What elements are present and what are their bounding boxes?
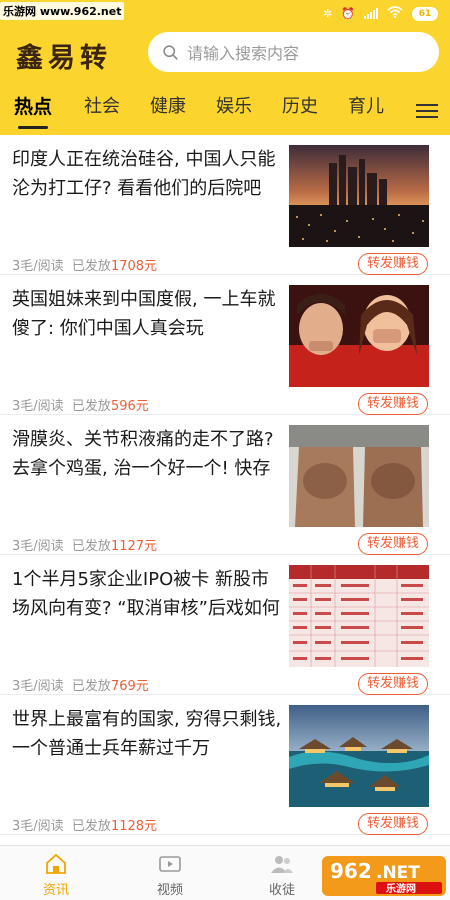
- read-rate: 3毛/阅读: [12, 679, 64, 694]
- paid-label: 已发放: [71, 819, 111, 834]
- search-icon: [163, 44, 178, 60]
- bluetooth-icon: ✲: [323, 7, 333, 20]
- share-earn-button[interactable]: 转发赚钱: [358, 533, 428, 555]
- tab-history[interactable]: 历史: [282, 92, 318, 118]
- search-placeholder: 请输入搜索内容: [187, 44, 300, 63]
- read-rate: 3毛/阅读: [12, 399, 64, 414]
- signal-icon: [364, 8, 378, 19]
- article-meta: 3毛/阅读 已发放1708元: [12, 255, 157, 274]
- article-title[interactable]: 滑膜炎、关节积液痛的走不了路? 去拿个鸡蛋, 治一个好一个! 快存: [12, 425, 282, 483]
- app-logo: 鑫易转: [16, 43, 112, 74]
- paid-amount: 596元: [110, 399, 149, 414]
- svg-text:乐游网: 乐游网: [386, 882, 416, 895]
- share-earn-button[interactable]: 转发赚钱: [358, 673, 428, 695]
- article-title[interactable]: 英国姐妹来到中国度假, 一上车就傻了: 你们中国人真会玩: [12, 285, 282, 343]
- wifi-icon: [387, 6, 403, 21]
- read-rate: 3毛/阅读: [12, 819, 64, 834]
- svg-text:962: 962: [330, 859, 372, 883]
- article-meta: 3毛/阅读 已发放1128元: [12, 815, 157, 834]
- list-item[interactable]: 英国姐妹来到中国度假, 一上车就傻了: 你们中国人真会玩 3毛/阅读 已发放59…: [0, 275, 450, 415]
- knees-image[interactable]: [289, 425, 429, 527]
- svg-text:.NET: .NET: [376, 863, 420, 883]
- paid-label: 已发放: [71, 399, 111, 414]
- battery-icon: 61: [412, 6, 438, 21]
- nav-label: 资讯: [42, 883, 69, 898]
- paid-amount: 769元: [110, 679, 149, 694]
- tab-entertainment[interactable]: 娱乐: [216, 92, 252, 118]
- search-input[interactable]: 请输入搜索内容: [148, 32, 439, 72]
- status-bar: 乐游网 www.962.net ✲ ⏰ 61: [0, 0, 450, 28]
- paid-amount: 1127元: [110, 539, 158, 554]
- site-watermark: 乐游网 www.962.net: [0, 2, 125, 20]
- paid-amount: 1128元: [110, 819, 158, 834]
- nav-news[interactable]: 资讯: [26, 852, 86, 898]
- article-meta: 3毛/阅读 已发放1127元: [12, 535, 157, 554]
- nav-label: 收徒: [268, 883, 295, 898]
- list-item[interactable]: 滑膜炎、关节积液痛的走不了路? 去拿个鸡蛋, 治一个好一个! 快存 3毛/阅读 …: [0, 415, 450, 555]
- site-logo-watermark: 962 .NET 乐游网: [322, 856, 446, 896]
- paid-amount: 1708元: [110, 259, 158, 274]
- article-title[interactable]: 印度人正在统治硅谷, 中国人只能沦为打工仔? 看看他们的后院吧: [12, 145, 282, 203]
- article-meta: 3毛/阅读 已发放596元: [12, 395, 149, 414]
- shocked-fans-image[interactable]: [289, 285, 429, 387]
- list-item[interactable]: 世界上最富有的国家, 穷得只剩钱, 一个普通士兵年薪过千万 3毛/阅读 已发放1…: [0, 695, 450, 835]
- tab-hot[interactable]: 热点: [14, 92, 52, 119]
- read-rate: 3毛/阅读: [12, 539, 64, 554]
- nav-apprentice[interactable]: 收徒: [252, 852, 312, 898]
- alarm-icon: ⏰: [341, 7, 355, 20]
- share-earn-button[interactable]: 转发赚钱: [358, 393, 428, 415]
- video-icon: [159, 856, 181, 872]
- category-tabs: 热点 社会 健康 娱乐 历史 育儿 快: [0, 88, 450, 129]
- paid-label: 已发放: [71, 259, 111, 274]
- tab-menu-icon[interactable]: [408, 96, 450, 126]
- paid-label: 已发放: [71, 679, 111, 694]
- tab-society[interactable]: 社会: [84, 92, 120, 118]
- home-icon: [46, 853, 66, 874]
- share-earn-button[interactable]: 转发赚钱: [358, 253, 428, 275]
- article-meta: 3毛/阅读 已发放769元: [12, 675, 149, 694]
- article-title[interactable]: 世界上最富有的国家, 穷得只剩钱, 一个普通士兵年薪过千万: [12, 705, 282, 763]
- news-feed: 印度人正在统治硅谷, 中国人只能沦为打工仔? 看看他们的后院吧 3毛/阅读 已发…: [0, 135, 450, 835]
- list-item[interactable]: 印度人正在统治硅谷, 中国人只能沦为打工仔? 看看他们的后院吧 3毛/阅读 已发…: [0, 135, 450, 275]
- app-header: 乐游网 www.962.net ✲ ⏰ 61 鑫易转 请输入搜索内容 热点 社会…: [0, 0, 450, 135]
- tab-health[interactable]: 健康: [150, 92, 186, 118]
- list-item[interactable]: 1个半月5家企业IPO被卡 新股市场风向有变? “取消审核”后戏如何 3毛/阅读…: [0, 555, 450, 695]
- city-night-image[interactable]: [289, 145, 429, 247]
- share-earn-button[interactable]: 转发赚钱: [358, 813, 428, 835]
- tab-parenting[interactable]: 育儿: [348, 92, 384, 118]
- nav-video[interactable]: 视频: [140, 852, 200, 898]
- active-tab-indicator: [18, 126, 48, 129]
- read-rate: 3毛/阅读: [12, 259, 64, 274]
- nav-label: 视频: [156, 883, 183, 898]
- people-icon: [271, 856, 293, 873]
- paid-label: 已发放: [71, 539, 111, 554]
- ipo-table-image[interactable]: [289, 565, 429, 667]
- resort-image[interactable]: [289, 705, 429, 807]
- status-icons: ✲ ⏰ 61: [323, 6, 438, 21]
- article-title[interactable]: 1个半月5家企业IPO被卡 新股市场风向有变? “取消审核”后戏如何: [12, 565, 282, 623]
